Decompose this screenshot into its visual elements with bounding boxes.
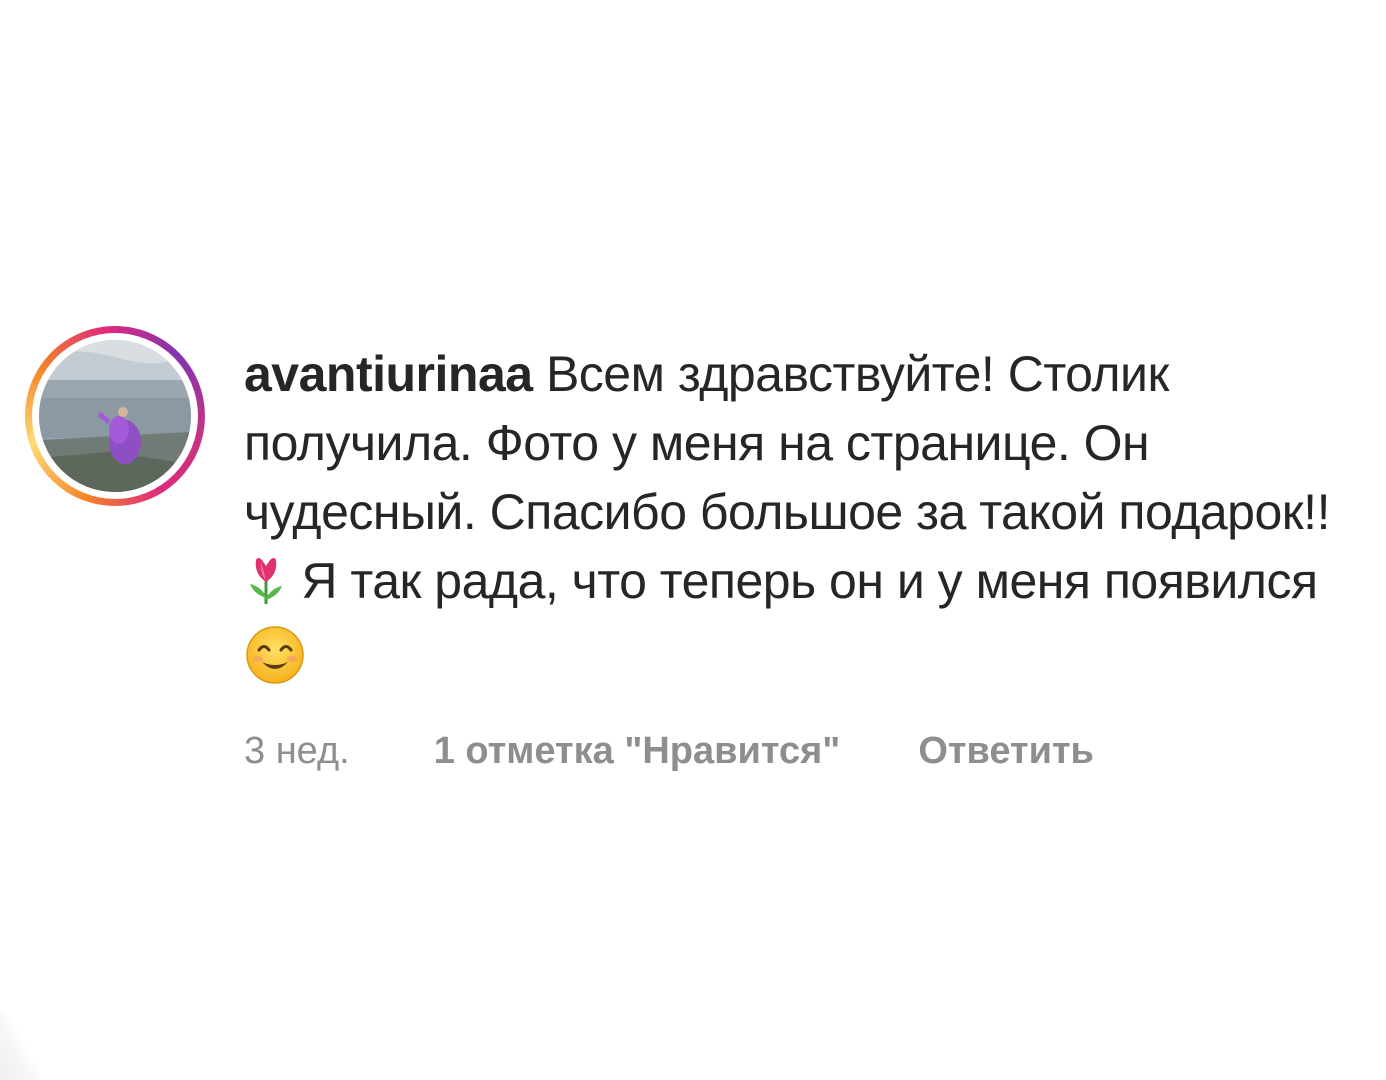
screen: avantiurinaa Всем здравствуйте! Столик п… (0, 0, 1386, 1080)
likes-count[interactable]: 1 отметка "Нравится" (434, 730, 841, 773)
story-ring[interactable] (25, 326, 205, 506)
comment-text-part-2: Я так рада, что теперь он и у меня появи… (288, 553, 1318, 609)
avatar[interactable] (39, 340, 191, 492)
smiling-face-emoji-icon (244, 624, 306, 704)
corner-shadow (0, 1010, 40, 1080)
reply-button[interactable]: Ответить (918, 730, 1094, 773)
timestamp: 3 нед. (244, 730, 350, 772)
username[interactable]: avantiurinaa (244, 346, 533, 402)
comment-body: avantiurinaa Всем здравствуйте! Столик п… (244, 340, 1354, 773)
comment-text: avantiurinaa Всем здравствуйте! Столик п… (244, 340, 1354, 704)
comment: avantiurinaa Всем здравствуйте! Столик п… (25, 326, 1365, 773)
comment-meta: 3 нед. 1 отметка "Нравится" Ответить (244, 730, 1354, 773)
tulip-emoji-icon (244, 554, 288, 624)
